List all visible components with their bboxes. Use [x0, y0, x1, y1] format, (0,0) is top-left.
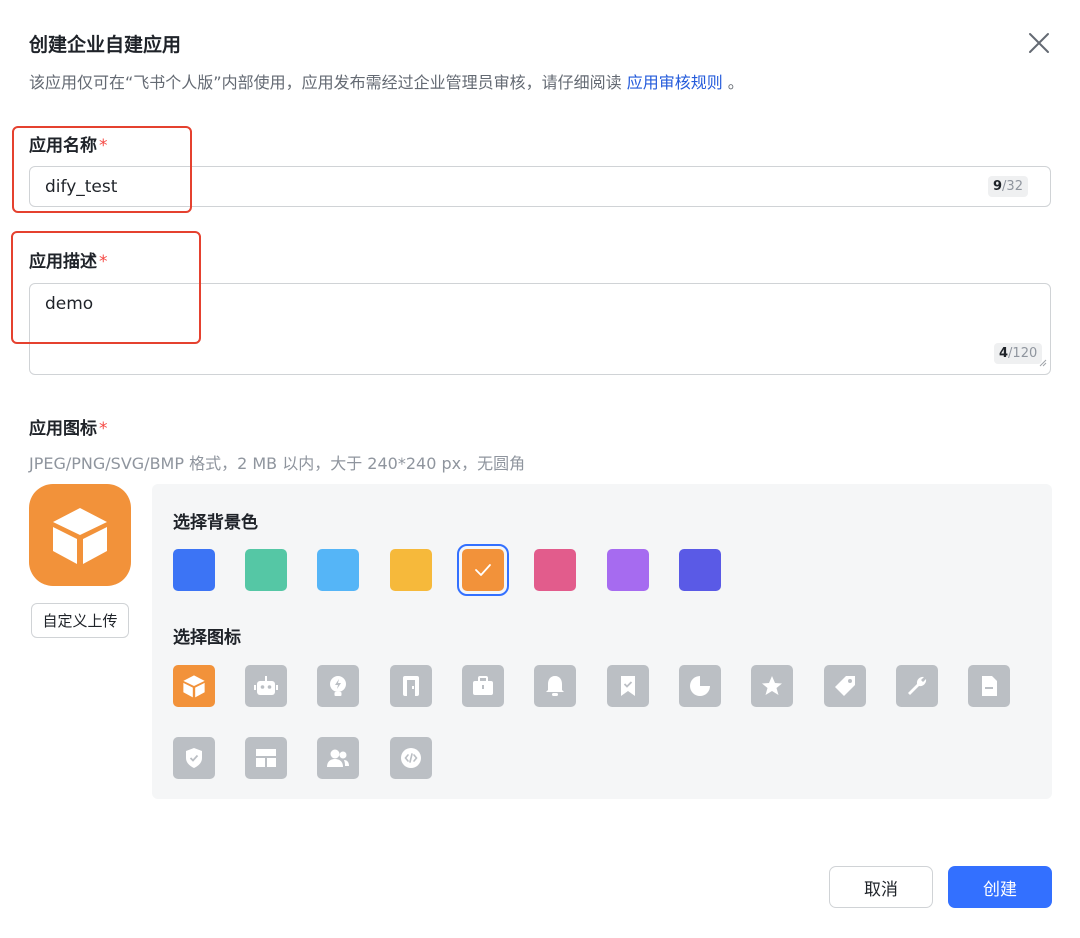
icon-option-code[interactable] — [390, 737, 432, 779]
close-icon[interactable] — [1024, 28, 1054, 58]
briefcase-icon — [473, 676, 493, 695]
app-desc-label-text: 应用描述 — [29, 252, 97, 272]
icon-format-hint: JPEG/PNG/SVG/BMP 格式，2 MB 以内，大于 240*240 p… — [29, 454, 526, 473]
app-name-label-text: 应用名称 — [29, 136, 97, 156]
color-swatch[interactable] — [245, 549, 287, 591]
bulb-icon — [330, 676, 346, 696]
icon-option-shield[interactable] — [173, 737, 215, 779]
review-rules-link[interactable]: 应用审核规则 — [627, 73, 723, 92]
color-swatch[interactable] — [173, 549, 215, 591]
icon-option-briefcase[interactable] — [462, 665, 504, 707]
color-swatch-selected[interactable] — [457, 544, 509, 596]
cancel-button[interactable]: 取消 — [829, 866, 933, 908]
icon-option-wrench[interactable] — [896, 665, 938, 707]
bookmark-icon — [621, 676, 635, 696]
app-icon-label: 应用图标 * — [29, 414, 108, 439]
document-icon — [982, 676, 997, 696]
icon-choice-title: 选择图标 — [173, 628, 241, 648]
app-name-counter: 9/32 — [988, 176, 1028, 197]
color-swatch[interactable] — [317, 549, 359, 591]
icon-option-door[interactable] — [390, 665, 432, 707]
required-mark: * — [99, 136, 108, 156]
wrench-icon — [908, 676, 927, 695]
bg-color-title: 选择背景色 — [173, 513, 258, 533]
icon-picker-panel: 选择背景色 选择图标 — [152, 484, 1052, 799]
shield-icon — [186, 748, 202, 768]
required-mark: * — [99, 419, 108, 439]
icon-option-document[interactable] — [968, 665, 1010, 707]
users-icon — [327, 749, 349, 767]
app-name-label: 应用名称 * — [29, 131, 108, 156]
icon-option-box[interactable] — [173, 665, 215, 707]
subtitle-end: 。 — [722, 73, 744, 92]
app-icon-label-text: 应用图标 — [29, 419, 97, 439]
create-app-dialog: 创建企业自建应用 该应用仅可在“飞书个人版”内部使用，应用发布需经过企业管理员审… — [0, 0, 1080, 938]
app-desc-max: /120 — [1008, 346, 1038, 361]
app-name-max: /32 — [1002, 179, 1023, 194]
robot-icon — [254, 676, 278, 695]
app-desc-counter: 4/120 — [994, 343, 1043, 364]
icon-option-bulb[interactable] — [317, 665, 359, 707]
app-desc-value: demo — [45, 294, 94, 314]
icon-option-tag[interactable] — [824, 665, 866, 707]
icon-option-bell[interactable] — [534, 665, 576, 707]
app-name-count: 9 — [993, 179, 1003, 194]
layout-icon — [256, 749, 276, 767]
icon-option-bookmark[interactable] — [607, 665, 649, 707]
code-icon — [401, 748, 421, 768]
app-name-value: dify_test — [45, 177, 118, 197]
box-icon — [53, 508, 107, 564]
color-swatch[interactable] — [390, 549, 432, 591]
app-desc-count: 4 — [999, 346, 1009, 361]
resize-handle-icon[interactable] — [1037, 352, 1047, 371]
color-swatch[interactable] — [607, 549, 649, 591]
box-icon — [183, 675, 205, 698]
icon-option-star[interactable] — [751, 665, 793, 707]
icon-option-robot[interactable] — [245, 665, 287, 707]
bell-icon — [546, 676, 564, 696]
color-swatch[interactable] — [534, 549, 576, 591]
color-swatch[interactable] — [679, 549, 721, 591]
icon-option-pie[interactable] — [679, 665, 721, 707]
star-icon — [762, 676, 782, 695]
check-icon — [475, 564, 491, 576]
subtitle-text: 该应用仅可在“飞书个人版”内部使用，应用发布需经过企业管理员审核，请仔细阅读 — [29, 73, 622, 92]
door-icon — [403, 676, 419, 696]
app-desc-textarea[interactable]: demo 4/120 — [29, 283, 1051, 375]
app-name-input[interactable]: dify_test 9/32 — [29, 166, 1051, 207]
dialog-title: 创建企业自建应用 — [29, 34, 182, 56]
icon-option-layout[interactable] — [245, 737, 287, 779]
app-desc-label: 应用描述 * — [29, 247, 108, 272]
dialog-subtitle: 该应用仅可在“飞书个人版”内部使用，应用发布需经过企业管理员审核，请仔细阅读 应… — [29, 69, 744, 93]
app-icon-preview — [29, 484, 131, 586]
tag-icon — [835, 676, 855, 696]
custom-upload-button[interactable]: 自定义上传 — [31, 603, 129, 638]
pie-icon — [690, 676, 710, 696]
create-button[interactable]: 创建 — [948, 866, 1052, 908]
icon-option-users[interactable] — [317, 737, 359, 779]
required-mark: * — [99, 252, 108, 272]
